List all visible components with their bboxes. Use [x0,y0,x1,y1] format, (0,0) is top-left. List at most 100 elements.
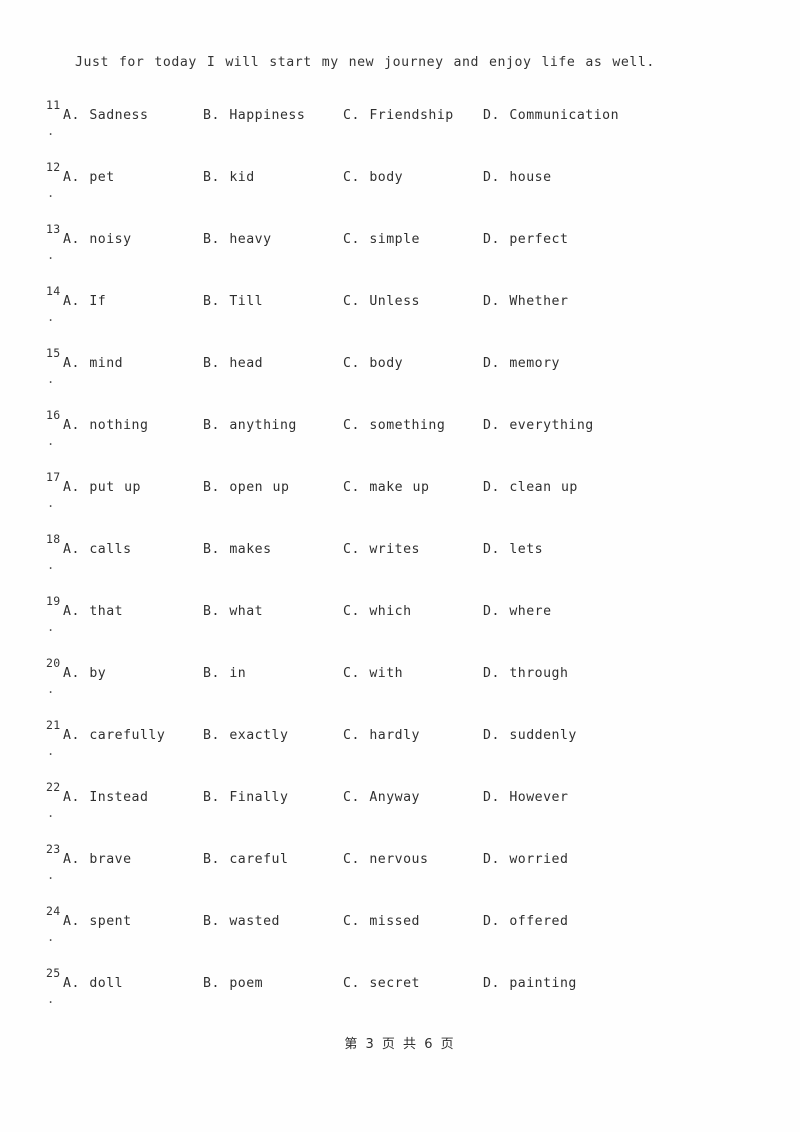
option-d[interactable]: D. where [483,604,552,620]
option-c[interactable]: C. Anyway [343,790,420,806]
option-a[interactable]: A. calls [63,542,132,558]
passage-closing-line: Just for today I will start my new journ… [75,55,655,70]
question-number: 25 [46,966,61,980]
option-c[interactable]: C. which [343,604,412,620]
option-a[interactable]: A. by [63,666,106,682]
option-d[interactable]: D. house [483,170,552,186]
option-b[interactable]: B. Till [203,294,263,310]
question-row: 13. A. noisy B. heavy C. simple D. perfect [0,222,800,286]
question-number: 15 [46,346,61,360]
question-number: 23 [46,842,61,856]
question-number: 13 [46,222,61,236]
option-c[interactable]: C. missed [343,914,420,930]
option-b[interactable]: B. careful [203,852,288,868]
question-number: 16 [46,408,61,422]
question-row: 22. A. Instead B. Finally C. Anyway D. Howev… [0,780,800,844]
question-number-period: . [47,248,55,262]
option-b[interactable]: B. Happiness [203,108,305,124]
option-c[interactable]: C. with [343,666,403,682]
option-c[interactable]: C. body [343,356,403,372]
option-d[interactable]: D. Whether [483,294,568,310]
option-a[interactable]: A. noisy [63,232,132,248]
question-row: 14. A. If B. Till C. Unless D. Whether [0,284,800,348]
option-b[interactable]: B. head [203,356,263,372]
option-d[interactable]: D. worried [483,852,568,868]
question-number-period: . [47,620,55,634]
option-c[interactable]: C. simple [343,232,420,248]
question-number-period: . [47,868,55,882]
question-number: 21 [46,718,61,732]
option-d[interactable]: D. through [483,666,568,682]
option-a[interactable]: A. Instead [63,790,148,806]
option-a[interactable]: A. nothing [63,418,148,434]
option-a[interactable]: A. that [63,604,123,620]
option-b[interactable]: B. heavy [203,232,272,248]
option-c[interactable]: C. secret [343,976,420,992]
option-d[interactable]: D. lets [483,542,543,558]
question-number: 19 [46,594,61,608]
exam-page: Just for today I will start my new journ… [0,0,800,1132]
option-d[interactable]: D. perfect [483,232,568,248]
option-a[interactable]: A. brave [63,852,132,868]
option-c[interactable]: C. Friendship [343,108,454,124]
question-number: 24 [46,904,61,918]
option-d[interactable]: D. Communication [483,108,619,124]
option-a[interactable]: A. pet [63,170,115,186]
option-d[interactable]: D. memory [483,356,560,372]
question-number: 18 [46,532,61,546]
question-row: 23. A. brave B. careful C. nervous D. worrie… [0,842,800,906]
option-b[interactable]: B. Finally [203,790,288,806]
option-d[interactable]: D. clean up [483,480,578,496]
option-c[interactable]: C. hardly [343,728,420,744]
option-c[interactable]: C. something [343,418,445,434]
option-a[interactable]: A. Sadness [63,108,148,124]
option-c[interactable]: C. Unless [343,294,420,310]
question-row: 19. A. that B. what C. which D. where [0,594,800,658]
question-number: 12 [46,160,61,174]
question-number-period: . [47,186,55,200]
option-c[interactable]: C. writes [343,542,420,558]
option-b[interactable]: B. poem [203,976,263,992]
question-number-period: . [47,124,55,138]
option-a[interactable]: A. If [63,294,106,310]
option-a[interactable]: A. doll [63,976,123,992]
question-number-period: . [47,310,55,324]
question-row: 24. A. spent B. wasted C. missed D. offered [0,904,800,968]
option-c[interactable]: C. body [343,170,403,186]
question-row: 17. A. put up B. open up C. make up D. clean… [0,470,800,534]
option-a[interactable]: A. put up [63,480,141,496]
question-number-period: . [47,744,55,758]
option-c[interactable]: C. make up [343,480,429,496]
option-b[interactable]: B. makes [203,542,272,558]
question-row: 18. A. calls B. makes C. writes D. lets [0,532,800,596]
option-b[interactable]: B. open up [203,480,289,496]
option-a[interactable]: A. carefully [63,728,165,744]
option-a[interactable]: A. mind [63,356,123,372]
question-list: 11. A. Sadness B. Happiness C. Friendship D.… [0,98,800,1030]
question-number-period: . [47,806,55,820]
question-number: 11 [46,98,61,112]
option-b[interactable]: B. kid [203,170,255,186]
option-a[interactable]: A. spent [63,914,132,930]
question-number-period: . [47,434,55,448]
option-b[interactable]: B. what [203,604,263,620]
question-number: 22 [46,780,61,794]
question-number-period: . [47,558,55,572]
option-d[interactable]: D. everything [483,418,594,434]
option-b[interactable]: B. wasted [203,914,280,930]
option-d[interactable]: D. offered [483,914,568,930]
question-row: 16. A. nothing B. anything C. something D. e… [0,408,800,472]
page-footer: 第 3 页 共 6 页 [344,1037,456,1052]
option-b[interactable]: B. anything [203,418,297,434]
question-row: 20. A. by B. in C. with D. through [0,657,800,720]
option-b[interactable]: B. exactly [203,728,288,744]
question-row: 12. A. pet B. kid C. body D. house [0,160,800,224]
option-c[interactable]: C. nervous [343,852,428,868]
question-number: 14 [46,284,61,298]
option-d[interactable]: D. suddenly [483,728,577,744]
question-number: 17 [46,470,61,484]
option-d[interactable]: D. painting [483,976,577,992]
option-d[interactable]: D. However [483,790,568,806]
option-b[interactable]: B. in [203,666,246,682]
question-row: 15. A. mind B. head C. body D. memory [0,346,800,410]
